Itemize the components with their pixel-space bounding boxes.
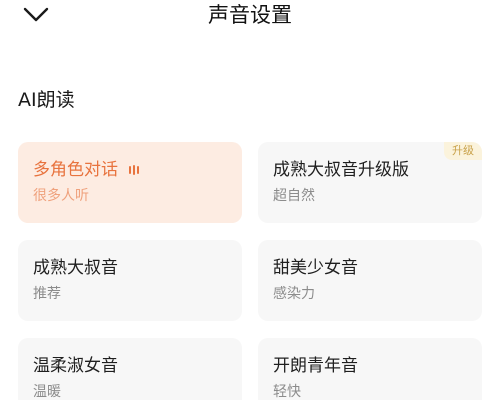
voice-settings-screen: 声音设置 AI朗读 多角色对话 很多人听 升级 成熟大叔音升级版 超自然 成熟大… [0, 0, 500, 400]
voice-card-subtitle: 温暖 [33, 384, 61, 400]
header: 声音设置 [0, 0, 500, 36]
voice-card-title: 温柔淑女音 [33, 356, 118, 376]
section-title: AI朗读 [18, 89, 75, 111]
voice-card-mature-uncle[interactable]: 成熟大叔音 推荐 [18, 240, 242, 321]
voice-card-subtitle: 感染力 [273, 286, 315, 302]
voice-card-title: 甜美少女音 [273, 258, 358, 278]
page-title: 声音设置 [208, 3, 292, 27]
voice-card-title: 多角色对话 [33, 160, 118, 180]
voice-card-multi-role[interactable]: 多角色对话 很多人听 [18, 142, 242, 223]
voice-card-mature-uncle-upgraded[interactable]: 升级 成熟大叔音升级版 超自然 [258, 142, 482, 223]
voice-card-subtitle: 很多人听 [33, 188, 89, 204]
voice-card-title: 成熟大叔音升级版 [273, 160, 409, 180]
voice-card-subtitle: 推荐 [33, 286, 61, 302]
voice-card-title: 开朗青年音 [273, 356, 358, 376]
voice-card-gentle-lady[interactable]: 温柔淑女音 温暖 [18, 338, 242, 400]
voice-card-title: 成熟大叔音 [33, 258, 118, 278]
voice-card-cheerful-youth[interactable]: 开朗青年音 轻快 [258, 338, 482, 400]
voice-card-subtitle: 超自然 [273, 188, 315, 204]
sound-bars-icon [129, 165, 139, 175]
voice-card-subtitle: 轻快 [273, 384, 301, 400]
upgrade-badge: 升级 [444, 142, 482, 160]
voice-card-sweet-girl[interactable]: 甜美少女音 感染力 [258, 240, 482, 321]
voice-card-title-row: 多角色对话 [33, 158, 139, 182]
